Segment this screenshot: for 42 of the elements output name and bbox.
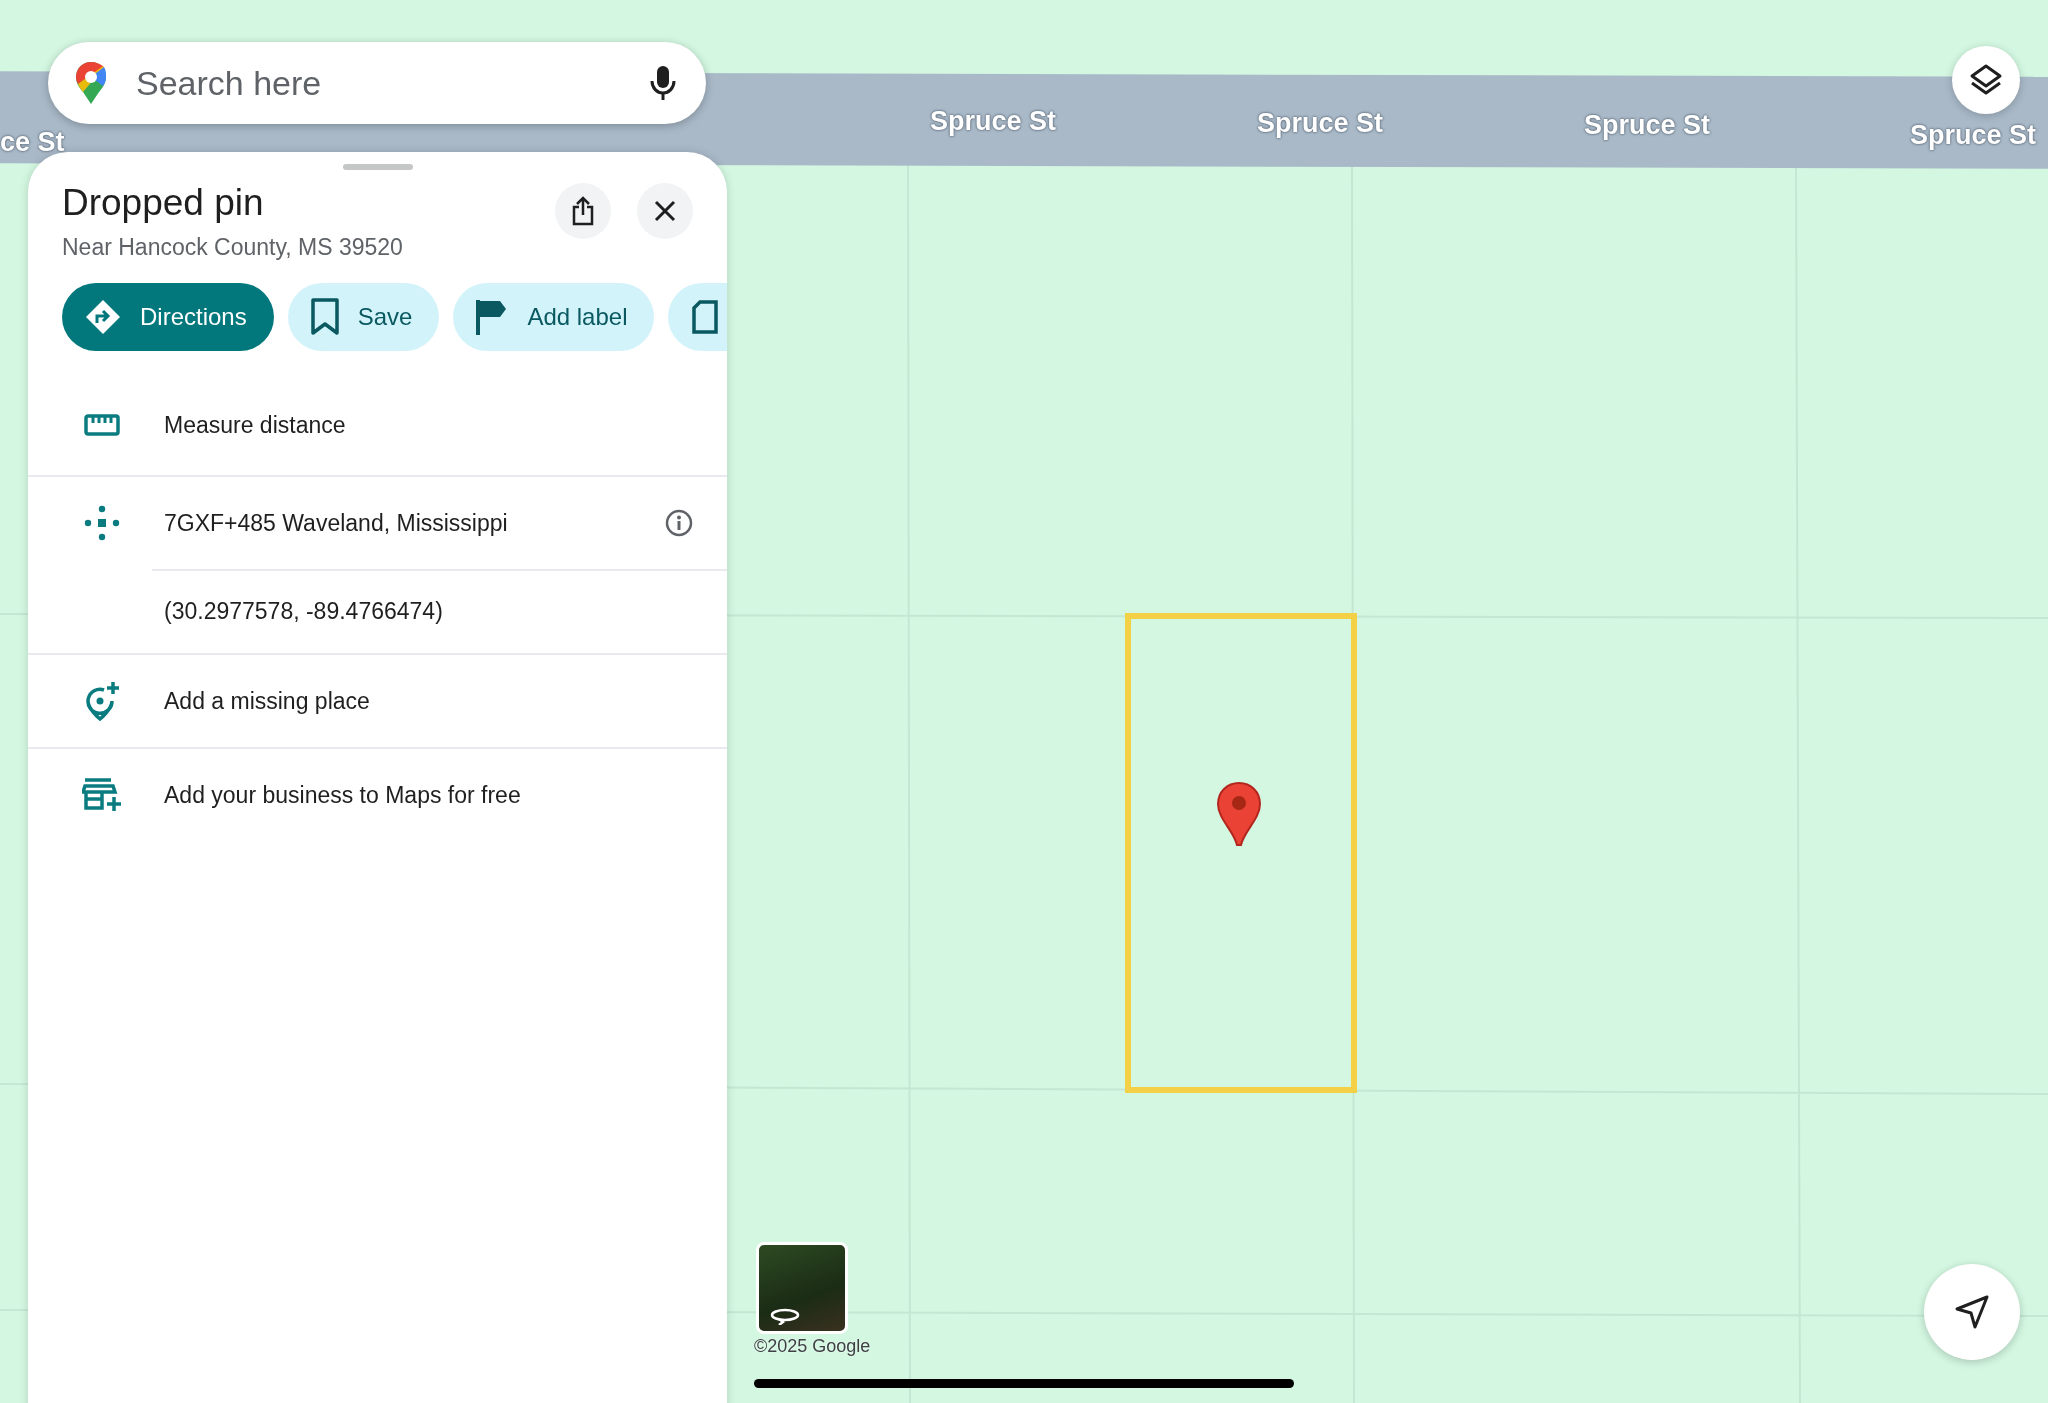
rotate-360-icon (769, 1307, 801, 1325)
detail-text: Add your business to Maps for free (164, 781, 522, 809)
add-location-icon (84, 681, 120, 721)
street-label: Spruce St (1257, 108, 1384, 139)
microphone-icon[interactable] (650, 65, 676, 101)
place-title: Dropped pin (62, 182, 265, 224)
layers-button[interactable] (1952, 46, 2020, 114)
directions-icon (84, 298, 122, 336)
copyright-text: ©2025 Google (754, 1336, 871, 1357)
street-label: Spruce St (1910, 120, 2037, 151)
my-location-button[interactable] (1924, 1264, 2020, 1360)
place-address: Near Hancock County, MS 39520 (62, 234, 404, 261)
map-pin-icon[interactable] (1216, 781, 1262, 847)
share-icon (571, 195, 595, 226)
save-button[interactable]: Save (287, 283, 440, 351)
ruler-icon (84, 414, 120, 436)
street-label: Spruce St (1584, 110, 1711, 141)
photo-placeholder[interactable] (756, 1242, 848, 1334)
detail-text: Measure distance (164, 411, 347, 439)
bookmark-icon (309, 298, 340, 336)
detail-row[interactable]: Add a missing place (28, 653, 727, 747)
close-icon (653, 198, 677, 223)
navigation-arrow-icon (1954, 1294, 1990, 1330)
search-bar[interactable]: Search here (48, 42, 706, 124)
detail-text: (30.2977578, -89.4766474) (164, 597, 444, 625)
search-field[interactable]: Search here (134, 62, 624, 104)
info-icon[interactable] (665, 509, 693, 537)
detail-row[interactable]: Add your business to Maps for free (28, 747, 727, 841)
flag-button[interactable]: Add label (453, 283, 655, 351)
detail-text: 7GXF+485 Waveland, Mississippi (164, 509, 509, 537)
detail-row[interactable]: Measure distance (28, 375, 727, 475)
add-store-icon (82, 777, 122, 813)
detail-text: Add a missing place (164, 687, 371, 715)
document-icon (690, 298, 721, 336)
directions-button[interactable]: Directions (62, 283, 274, 351)
maps-pin-logo-icon (74, 60, 108, 106)
layers-icon (1969, 63, 2003, 97)
street-label: ce St (0, 127, 65, 158)
street-label: Spruce St (930, 106, 1057, 137)
detail-row[interactable]: (30.2977578, -89.4766474) (28, 569, 727, 653)
drag-handle[interactable] (342, 164, 413, 170)
plus-code-icon (84, 505, 120, 541)
